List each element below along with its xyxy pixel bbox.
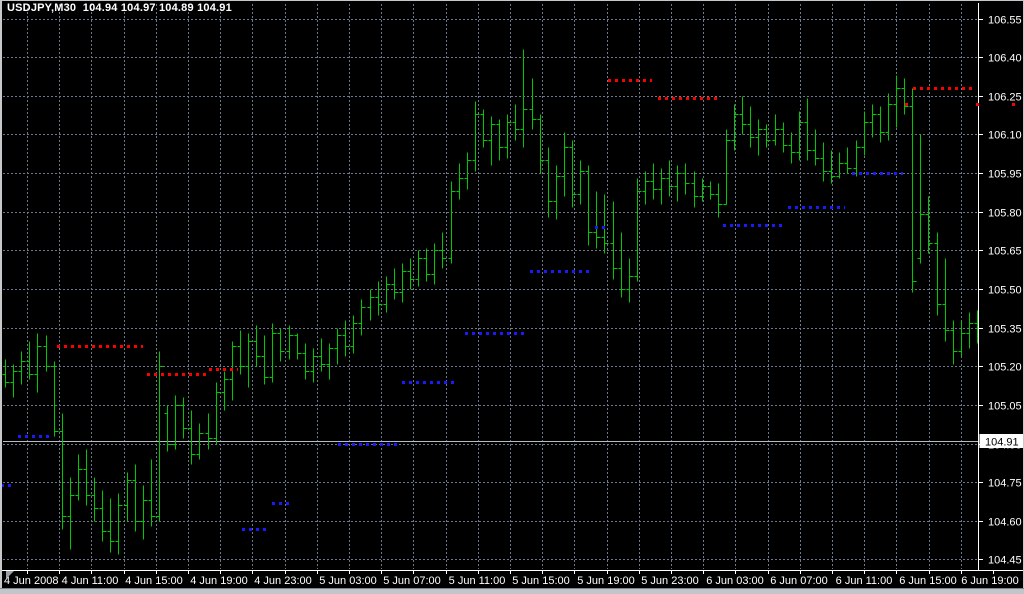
price-axis-label: 104.60 bbox=[988, 517, 1022, 529]
time-axis-label: 4 Jun 11:00 bbox=[62, 575, 119, 587]
time-axis-label: 5 Jun 07:00 bbox=[383, 575, 441, 587]
price-axis-label: 105.80 bbox=[988, 208, 1022, 220]
price-scale[interactable]: 106.55 106.40 106.25 106.10 105.95 105.80 105.… bbox=[978, 3, 1022, 570]
grid-lines bbox=[3, 4, 977, 569]
time-axis-label: 5 Jun 19:00 bbox=[577, 575, 635, 587]
price-axis-label: 104.45 bbox=[988, 555, 1022, 567]
current-price-label: 104.91 bbox=[985, 437, 1019, 449]
time-axis-label: 6 Jun 07:00 bbox=[770, 575, 828, 587]
time-axis-label: 6 Jun 11:00 bbox=[836, 575, 893, 587]
time-axis-label: 5 Jun 23:00 bbox=[641, 575, 699, 587]
price-axis-label: 105.50 bbox=[988, 285, 1022, 297]
price-axis-label: 106.25 bbox=[988, 92, 1022, 104]
window-frame bbox=[0, 0, 2, 594]
time-axis-label: 5 Jun 03:00 bbox=[319, 575, 377, 587]
time-axis-label: 6 Jun 03:00 bbox=[706, 575, 764, 587]
time-scale[interactable]: 4 Jun 2008 4 Jun 11:00 4 Jun 15:00 4 Jun 19… bbox=[0, 570, 1024, 588]
price-axis-label: 105.20 bbox=[988, 362, 1022, 374]
price-chart[interactable]: 106.55 106.40 106.25 106.10 105.95 105.80 105.… bbox=[0, 0, 1024, 594]
time-axis-label: 6 Jun 19:00 bbox=[961, 575, 1019, 587]
time-axis-label: 5 Jun 11:00 bbox=[449, 575, 506, 587]
resistance-levels bbox=[57, 79, 1018, 376]
window-frame bbox=[0, 0, 1024, 1]
price-axis-label: 105.65 bbox=[988, 246, 1022, 258]
price-axis-label: 105.95 bbox=[988, 169, 1022, 181]
price-axis-label: 104.75 bbox=[988, 478, 1022, 490]
price-axis-label: 105.35 bbox=[988, 324, 1022, 336]
time-axis-label: 4 Jun 15:00 bbox=[125, 575, 183, 587]
current-price-badge: 104.91 bbox=[979, 434, 1024, 449]
ohlc-bars bbox=[2, 49, 982, 555]
time-axis-label: 4 Jun 2008 bbox=[4, 575, 58, 587]
time-axis-label: 6 Jun 15:00 bbox=[899, 575, 957, 587]
time-axis-label: 4 Jun 23:00 bbox=[254, 575, 312, 587]
price-axis-label: 106.40 bbox=[988, 53, 1022, 65]
price-axis-label: 105.05 bbox=[988, 401, 1022, 413]
mt4-chart-window: 106.55 106.40 106.25 106.10 105.95 105.80 105.… bbox=[0, 0, 1024, 594]
chart-title: USDJPY,M30 104.94 104.97 104.89 104.91 bbox=[7, 2, 232, 14]
time-axis-label: 5 Jun 15:00 bbox=[512, 575, 570, 587]
price-axis-label: 106.55 bbox=[988, 15, 1022, 27]
window-frame bbox=[0, 588, 1024, 594]
time-axis-label: 4 Jun 19:00 bbox=[190, 575, 248, 587]
price-axis-label: 106.10 bbox=[988, 130, 1022, 142]
